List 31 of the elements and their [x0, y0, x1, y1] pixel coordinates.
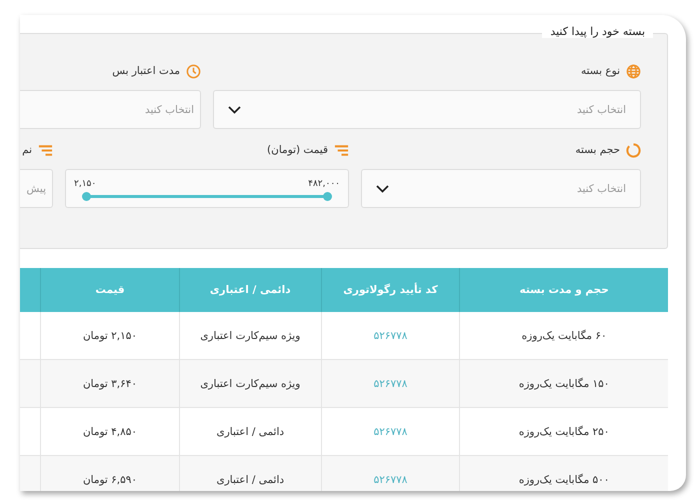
- column-header: کد تأیید رگولاتوری: [321, 268, 460, 312]
- max-value: ۴۸۲,۰۰۰: [308, 179, 340, 189]
- filter-label: قیمت (تومان): [267, 144, 328, 156]
- filter-label: نوع بسته: [580, 65, 620, 77]
- table-cell: ۱۵۰ مگابایت یک‌روزه: [460, 360, 668, 408]
- filter-icon: [334, 144, 349, 156]
- select-field[interactable]: انتخاب کنید: [213, 90, 641, 129]
- select-field[interactable]: انتخاب کنید: [361, 169, 641, 208]
- table-cell: دائمی / اعتباری: [179, 456, 322, 491]
- table-cell: ۵۰۰ مگابایت یک‌روزه: [460, 456, 668, 491]
- filter-label: حجم بسته: [575, 144, 620, 156]
- filter-label: مدت اعتبار بس: [112, 65, 180, 77]
- min-value: ۲,۱۵۰: [74, 179, 96, 189]
- column-header: دائمی / اعتباری: [179, 268, 322, 312]
- code-link[interactable]: ۵۲۶۷۷۸: [321, 456, 460, 491]
- column-header: حجم و مدت بسته: [460, 268, 668, 312]
- column-header: قیمت: [40, 268, 180, 312]
- input-field[interactable]: پیش: [20, 169, 53, 208]
- globe-icon: [626, 64, 641, 78]
- filter-label: نم: [22, 144, 32, 156]
- chevron-icon: [376, 184, 389, 192]
- loading-icon: [626, 142, 641, 158]
- clock-icon: [186, 64, 201, 78]
- table-cell: ۶,۵۹۰ تومان: [40, 456, 180, 491]
- input-field[interactable]: انتخاب کنید: [20, 90, 201, 129]
- table-cell: ۳,۶۴۰ تومان: [40, 360, 180, 408]
- filter-icon: [38, 144, 53, 156]
- code-link[interactable]: ۵۲۶۷۷۸: [321, 360, 460, 408]
- table-cell: ویژه سیم‌کارت اعتباری: [179, 360, 322, 408]
- chevron-icon: [228, 106, 241, 114]
- panel-title: بسته خود را پیدا کنید: [542, 25, 653, 38]
